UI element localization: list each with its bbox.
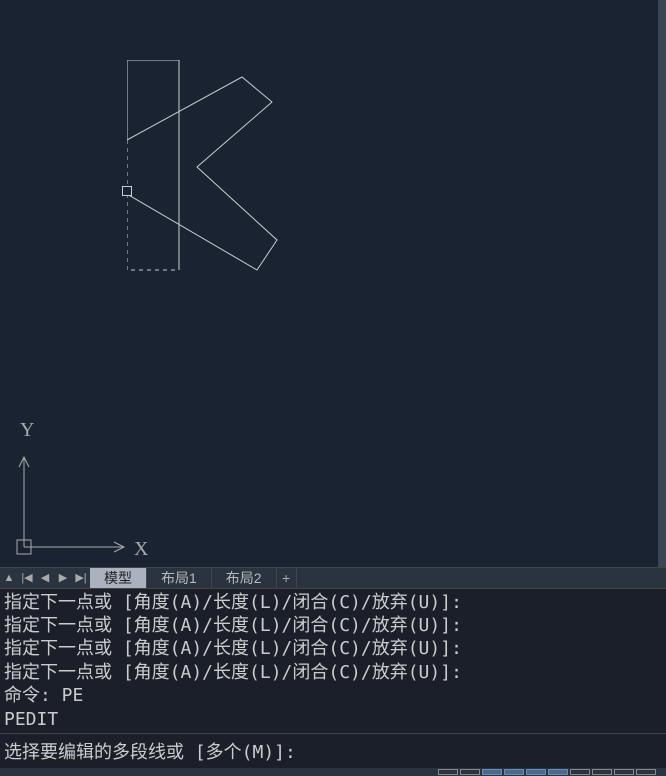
history-line: 指定下一点或 [角度(A)/长度(L)/闭合(C)/放弃(U)]: bbox=[4, 637, 662, 660]
ucs-axes: Y X bbox=[14, 427, 144, 557]
tab-nav-last[interactable]: ▶| bbox=[72, 569, 90, 587]
tab-layout2[interactable]: 布局2 bbox=[212, 568, 277, 588]
tab-model[interactable]: 模型 bbox=[90, 568, 147, 588]
status-toggle-5[interactable] bbox=[526, 769, 546, 775]
status-toggle-3[interactable] bbox=[482, 769, 502, 775]
axis-y-label: Y bbox=[20, 419, 34, 442]
history-line: 指定下一点或 [角度(A)/长度(L)/闭合(C)/放弃(U)]: bbox=[4, 661, 662, 684]
status-toggle-10[interactable] bbox=[636, 769, 656, 775]
command-history[interactable]: 指定下一点或 [角度(A)/长度(L)/闭合(C)/放弃(U)]: 指定下一点或… bbox=[0, 589, 666, 733]
grip-handle[interactable] bbox=[122, 186, 132, 196]
tab-nav-next[interactable]: ▶ bbox=[54, 569, 72, 587]
history-line: 命令: PE bbox=[4, 684, 662, 707]
command-prompt: 选择要编辑的多段线或 [多个(M)]: bbox=[4, 742, 296, 763]
command-input[interactable]: 选择要编辑的多段线或 [多个(M)]: bbox=[0, 733, 666, 768]
tab-nav-up[interactable]: ▲ bbox=[0, 569, 18, 587]
axis-x-label: X bbox=[134, 538, 148, 561]
status-toggle-4[interactable] bbox=[504, 769, 524, 775]
status-toggle-6[interactable] bbox=[548, 769, 568, 775]
status-toggle-1[interactable] bbox=[438, 769, 458, 775]
history-line: 指定下一点或 [角度(A)/长度(L)/闭合(C)/放弃(U)]: bbox=[4, 591, 662, 614]
tab-nav-prev[interactable]: ◀ bbox=[36, 569, 54, 587]
history-line: 指定下一点或 [角度(A)/长度(L)/闭合(C)/放弃(U)]: bbox=[4, 614, 662, 637]
layout-tab-bar: ▲ |◀ ◀ ▶ ▶| 模型 布局1 布局2 + bbox=[0, 567, 666, 589]
ucs-icon bbox=[14, 427, 144, 557]
status-bar bbox=[0, 768, 666, 776]
drawing-canvas[interactable]: Y X bbox=[0, 0, 666, 567]
status-toggle-7[interactable] bbox=[570, 769, 590, 775]
k-polyline-shape bbox=[127, 60, 287, 285]
tab-nav-first[interactable]: |◀ bbox=[18, 569, 36, 587]
status-toggle-9[interactable] bbox=[614, 769, 634, 775]
history-line: PEDIT bbox=[4, 708, 662, 731]
tab-layout1[interactable]: 布局1 bbox=[147, 568, 212, 588]
tab-add[interactable]: + bbox=[277, 568, 297, 588]
status-toggle-8[interactable] bbox=[592, 769, 612, 775]
status-toggle-2[interactable] bbox=[460, 769, 480, 775]
